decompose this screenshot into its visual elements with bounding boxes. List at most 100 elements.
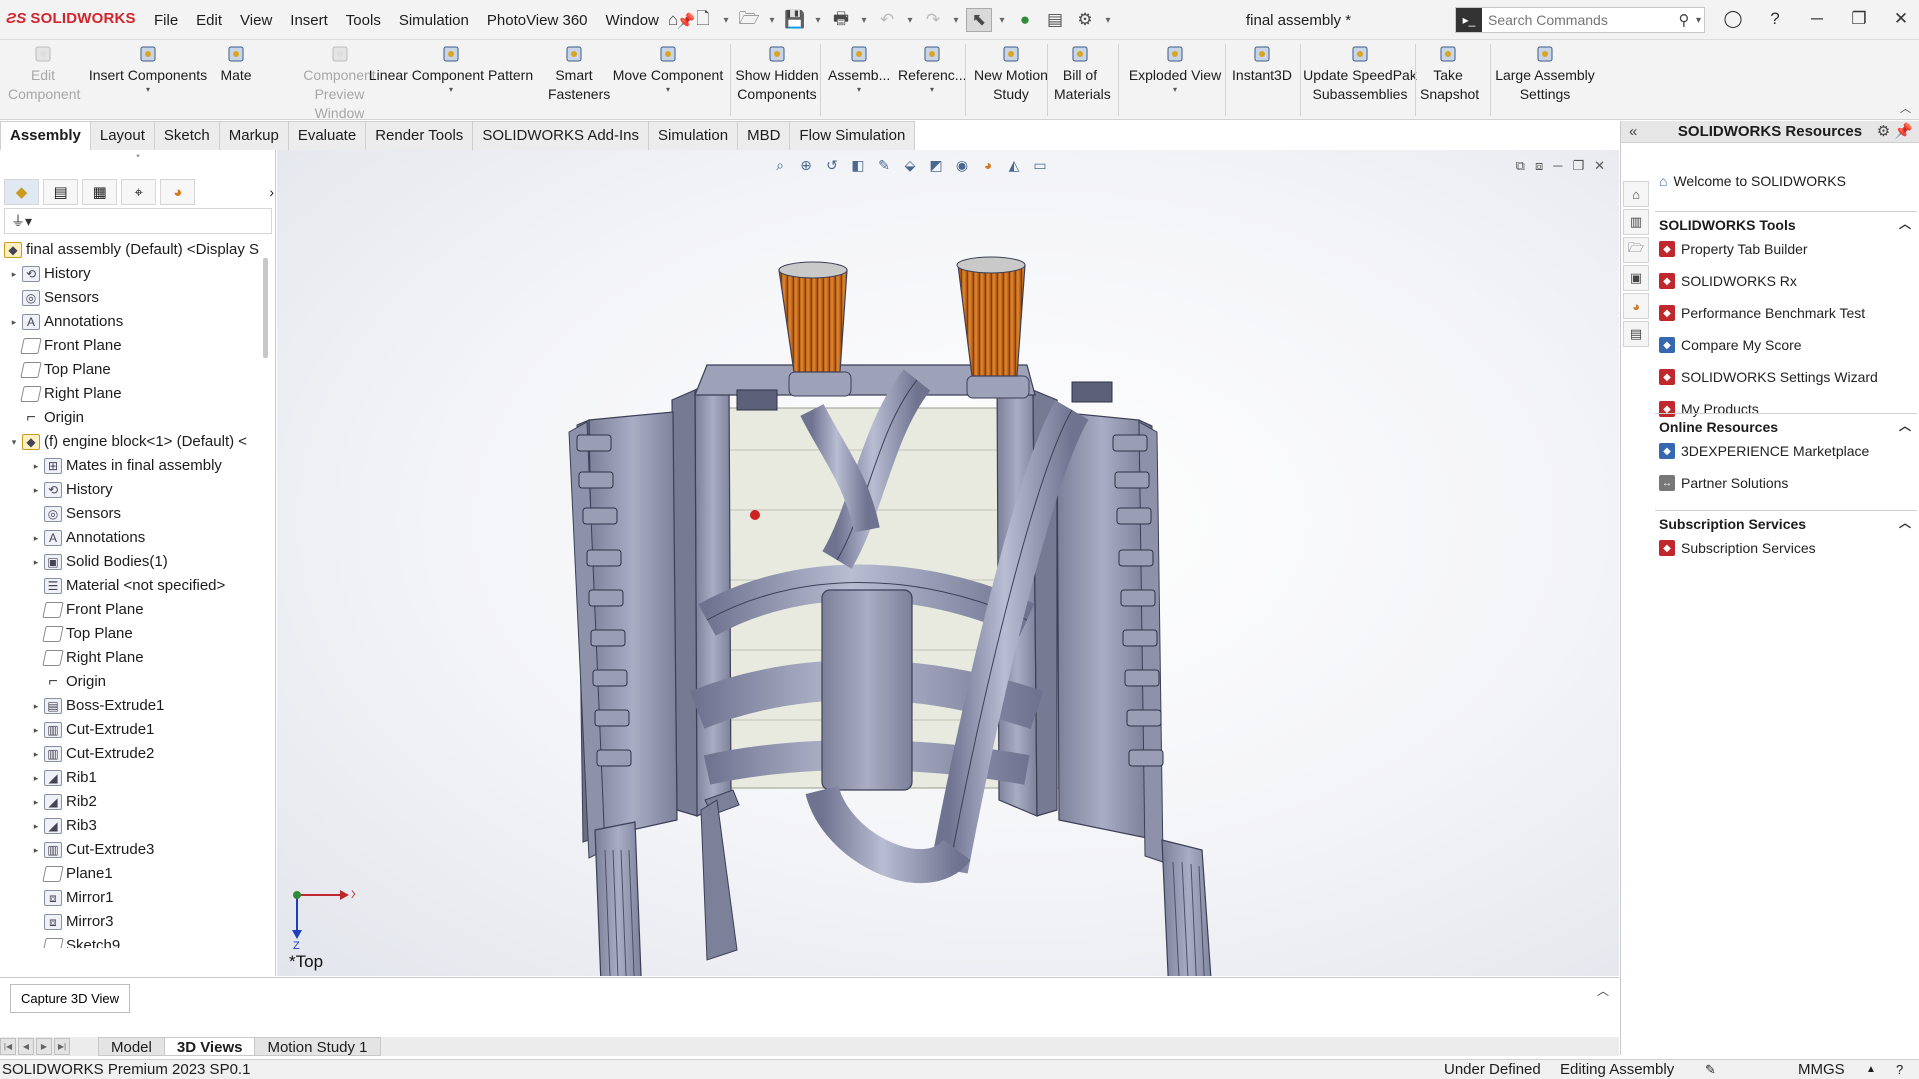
account-icon[interactable]: ◯ xyxy=(1712,9,1754,29)
open-folder-icon[interactable]: 🗁 xyxy=(736,8,762,32)
resource-link[interactable]: ◆ SOLIDWORKS Rx xyxy=(1655,265,1917,297)
collapse-arrow-icon[interactable]: ▾ xyxy=(8,430,20,454)
close-icon[interactable]: ✕ xyxy=(1880,9,1919,29)
resource-link[interactable]: ◆ Property Tab Builder xyxy=(1655,233,1917,265)
help-icon[interactable]: ? xyxy=(1754,9,1796,29)
tree-item[interactable]: ▸ ▤ Boss-Extrude1 xyxy=(30,694,164,718)
minimize-icon[interactable]: ─ xyxy=(1796,9,1838,29)
search-input[interactable] xyxy=(1482,12,1672,28)
file-properties-icon[interactable]: ▤ xyxy=(1042,8,1068,32)
menu-photoview[interactable]: PhotoView 360 xyxy=(478,12,597,30)
cmd-dropdown-icon[interactable]: ▾ xyxy=(610,85,726,95)
options-dropdown-icon[interactable]: ▾ xyxy=(1102,8,1114,32)
tab-evaluate[interactable]: Evaluate xyxy=(287,121,367,150)
menu-tools[interactable]: Tools xyxy=(337,12,390,30)
tree-item[interactable]: ◎ Sensors xyxy=(30,502,121,526)
cmd-camera[interactable]: Take Snapshot xyxy=(1420,44,1479,104)
tree-item[interactable]: ▸ ◢ Rib2 xyxy=(30,790,97,814)
tree-item[interactable]: ▸ ⊞ Mates in final assembly xyxy=(30,454,222,478)
rebuild-status-icon[interactable]: ✎ xyxy=(1705,1060,1716,1079)
tree-root-assembly[interactable]: ◆ final assembly (Default) <Display S xyxy=(2,238,259,262)
cmd-motion-study[interactable]: New Motion Study xyxy=(970,44,1052,104)
tree-item[interactable]: ⌐ Origin xyxy=(8,406,84,430)
cmd-edit-component[interactable]: Edit Component xyxy=(8,44,80,104)
expand-arrow-icon[interactable]: ▸ xyxy=(30,838,42,862)
first-tab-icon[interactable]: |◀ xyxy=(0,1038,16,1055)
next-tab-icon[interactable]: ▶ xyxy=(36,1038,52,1055)
cmd-linear-pattern[interactable]: Linear Component Pattern ▾ xyxy=(368,44,534,95)
solidworks-logo[interactable]: ƧS SOLIDWORKS xyxy=(6,10,136,27)
expand-tabs-icon[interactable]: › xyxy=(269,184,274,200)
feature-tree-icon[interactable]: ◆ xyxy=(4,179,40,205)
tree-item[interactable]: ⌐ Origin xyxy=(30,670,106,694)
menu-simulation[interactable]: Simulation xyxy=(390,12,478,30)
menu-edit[interactable]: Edit xyxy=(187,12,231,30)
select-cursor-icon[interactable]: ⬉ xyxy=(966,8,992,32)
view-palette-icon[interactable]: ▣ xyxy=(1623,265,1649,291)
expand-arrow-icon[interactable]: ▸ xyxy=(30,526,42,550)
section-header[interactable]: Subscription Services ︿ xyxy=(1655,510,1917,532)
expand-arrow-icon[interactable]: ▸ xyxy=(30,790,42,814)
cmd-dropdown-icon[interactable]: ▾ xyxy=(88,85,208,95)
tree-item[interactable]: ▸ ▥ Cut-Extrude1 xyxy=(30,718,154,742)
redo-icon[interactable]: ↷ xyxy=(920,8,946,32)
prev-tab-icon[interactable]: ◀ xyxy=(18,1038,34,1055)
tab-layout[interactable]: Layout xyxy=(89,121,155,150)
expand-arrow-icon[interactable]: ▸ xyxy=(8,262,20,286)
tree-item[interactable]: ▸ ▣ Solid Bodies(1) xyxy=(30,550,168,574)
cmd-insert-components[interactable]: Insert Components ▾ xyxy=(88,44,208,95)
configuration-manager-icon[interactable]: ▦ xyxy=(82,179,118,205)
cmd-dropdown-icon[interactable]: ▾ xyxy=(1127,85,1223,95)
chevron-up-icon[interactable]: ︿ xyxy=(1899,215,1911,232)
engine-assembly-model[interactable] xyxy=(277,150,1619,976)
expand-arrow-icon[interactable]: ▸ xyxy=(30,694,42,718)
cmd-speedpak[interactable]: Update SpeedPak Subassemblies xyxy=(1302,44,1418,104)
tree-item[interactable]: ▸ ▥ Cut-Extrude2 xyxy=(30,742,154,766)
expand-arrow-icon[interactable]: ▸ xyxy=(30,718,42,742)
new-document-icon[interactable]: 🗋 xyxy=(690,8,716,32)
display-manager-icon[interactable]: ◕ xyxy=(160,179,196,205)
collapse-pane-icon[interactable]: « xyxy=(1629,121,1637,143)
resource-link[interactable]: ◆ Performance Benchmark Test xyxy=(1655,297,1917,329)
cmd-instant3d[interactable]: Instant3D xyxy=(1229,44,1295,85)
expand-arrow-icon[interactable]: ▸ xyxy=(8,310,20,334)
feature-filter[interactable]: ⏚▾ xyxy=(4,208,272,234)
expand-arrow-icon[interactable]: ▸ xyxy=(30,550,42,574)
chevron-up-icon[interactable]: ︿ xyxy=(1899,514,1911,531)
tab-markup[interactable]: Markup xyxy=(218,121,289,150)
cmd-mate[interactable]: Mate xyxy=(216,44,256,85)
tab-assembly[interactable]: Assembly xyxy=(0,121,91,150)
cmd-dropdown-icon[interactable]: ▾ xyxy=(368,85,534,95)
home-icon[interactable]: ⌂ xyxy=(660,8,686,32)
section-header[interactable]: SOLIDWORKS Tools ︿ xyxy=(1655,211,1917,233)
cmd-dropdown-icon[interactable]: ▾ xyxy=(898,85,966,95)
tab-sketch[interactable]: Sketch xyxy=(153,121,220,150)
expand-arrow-icon[interactable]: ▸ xyxy=(30,454,42,478)
tree-item[interactable]: ▸ ◢ Rib3 xyxy=(30,814,97,838)
resource-link[interactable]: ◆ SOLIDWORKS Settings Wizard xyxy=(1655,361,1917,393)
menu-insert[interactable]: Insert xyxy=(281,12,337,30)
bottom-tab-motion-study-1[interactable]: Motion Study 1 xyxy=(254,1037,381,1056)
expand-arrow-icon[interactable]: ▸ xyxy=(30,814,42,838)
panel-resize-handle[interactable]: • xyxy=(0,150,276,170)
design-library-icon[interactable]: ▥ xyxy=(1623,209,1649,235)
tab-simulation[interactable]: Simulation xyxy=(648,121,739,150)
expand-arrow-icon[interactable]: ▸ xyxy=(30,766,42,790)
tree-item[interactable]: ▾ ◆ (f) engine block<1> (Default) < xyxy=(8,430,247,454)
rebuild-icon[interactable]: ● xyxy=(1012,8,1038,32)
cmd-bom[interactable]: Bill of Materials xyxy=(1054,44,1111,104)
save-icon[interactable]: 💾 xyxy=(782,8,808,32)
cmd-assembly-features[interactable]: Assemb... ▾ xyxy=(828,44,890,95)
menu-window[interactable]: Window xyxy=(597,12,668,30)
tree-item[interactable]: ▸ ⟲ History xyxy=(8,262,91,286)
tab-flow-simulation[interactable]: Flow Simulation xyxy=(789,121,916,150)
tree-item[interactable]: ▸ ▥ Cut-Extrude3 xyxy=(30,838,154,862)
feature-tree-scrollbar[interactable] xyxy=(263,258,268,358)
restore-icon[interactable]: ❐ xyxy=(1838,9,1880,29)
chevron-up-icon[interactable]: ︿ xyxy=(1899,417,1911,434)
tree-item[interactable]: Front Plane xyxy=(8,334,122,358)
tree-item[interactable]: Plane1 xyxy=(30,862,113,886)
tree-item[interactable]: Front Plane xyxy=(30,598,144,622)
tree-item[interactable]: ◎ Sensors xyxy=(8,286,99,310)
dimxpert-icon[interactable]: ⌖ xyxy=(121,179,157,205)
